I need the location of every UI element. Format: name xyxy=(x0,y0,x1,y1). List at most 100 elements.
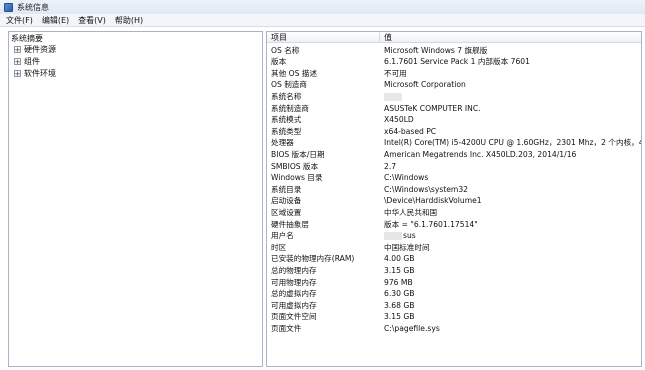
item-cell: 可用物理内存 xyxy=(271,277,317,287)
value-cell: 6.30 GB xyxy=(384,289,415,299)
item-cell: 系统类型 xyxy=(271,126,302,136)
item-cell: Windows 目录 xyxy=(271,173,323,183)
value-cell: ASUSTeK COMPUTER INC. xyxy=(384,103,481,113)
table-row[interactable]: 其他 OS 描述 不可用 xyxy=(267,68,641,80)
item-cell: SMBIOS 版本 xyxy=(271,161,319,171)
value-cell: 2.7 xyxy=(384,161,397,171)
item-cell: 启动设备 xyxy=(271,196,302,206)
expand-icon[interactable]: + xyxy=(14,70,21,77)
expand-icon[interactable]: + xyxy=(14,46,21,53)
value-cell: 4.00 GB xyxy=(384,254,415,264)
column-header-value[interactable]: 值 xyxy=(384,32,392,43)
value-cell: 3.15 GB xyxy=(384,265,415,275)
menu-file[interactable]: 文件(F) xyxy=(6,15,33,26)
table-row[interactable]: 可用物理内存 976 MB xyxy=(267,277,641,289)
table-row[interactable]: 版本 6.1.7601 Service Pack 1 内部版本 7601 xyxy=(267,56,641,68)
value-cell: 中国标准时间 xyxy=(384,242,430,252)
value-cell: sus xyxy=(384,230,641,242)
table-row[interactable]: 系统目录 C:\Windows\system32 xyxy=(267,184,641,196)
table-row[interactable]: 已安装的物理内存(RAM) 4.00 GB xyxy=(267,253,641,265)
table-row[interactable]: 页面文件 C:\pagefile.sys xyxy=(267,323,641,335)
menu-bar: 文件(F) 编辑(E) 查看(V) 帮助(H) xyxy=(0,14,645,27)
table-row[interactable]: OS 名称 Microsoft Windows 7 旗舰版 xyxy=(267,45,641,57)
item-cell: 可用虚拟内存 xyxy=(271,300,317,310)
value-cell: Microsoft Windows 7 旗舰版 xyxy=(384,45,488,55)
list-header: 项目 值 xyxy=(267,32,641,43)
value-cell: Intel(R) Core(TM) i5-4200U CPU @ 1.60GHz… xyxy=(384,138,642,148)
table-row[interactable]: 启动设备 \Device\HarddiskVolume1 xyxy=(267,195,641,207)
item-cell: 总的虚拟内存 xyxy=(271,289,317,299)
value-cell: x64-based PC xyxy=(384,126,437,136)
table-row[interactable]: 处理器 Intel(R) Core(TM) i5-4200U CPU @ 1.6… xyxy=(267,137,641,149)
value-cell: American Megatrends Inc. X450LD.203, 201… xyxy=(384,149,577,159)
tree-item-hardware-resources[interactable]: + 硬件资源 xyxy=(14,44,56,55)
item-cell: 版本 xyxy=(271,57,287,67)
tree-item-label: 硬件资源 xyxy=(24,45,56,54)
item-cell: OS 制造商 xyxy=(271,80,307,90)
table-row[interactable]: 系统类型 x64-based PC xyxy=(267,126,641,138)
item-cell: 区域设置 xyxy=(271,207,302,217)
column-header-item[interactable]: 项目 xyxy=(271,32,287,43)
item-cell: 用户名 xyxy=(271,231,294,241)
column-divider[interactable] xyxy=(379,32,380,43)
tree-item-label: 组件 xyxy=(24,57,40,66)
value-cell: C:\Windows\system32 xyxy=(384,184,468,194)
value-cell: 976 MB xyxy=(384,277,413,287)
table-row[interactable]: 区域设置 中华人民共和国 xyxy=(267,207,641,219)
system-info-app-icon xyxy=(4,2,13,12)
table-row[interactable]: 页面文件空间 3.15 GB xyxy=(267,311,641,323)
details-list-pane: 项目 值 OS 名称 Microsoft Windows 7 旗舰版 版本 6.… xyxy=(266,31,642,367)
value-cell: 版本 = "6.1.7601.17514" xyxy=(384,219,478,229)
table-row[interactable]: SMBIOS 版本 2.7 xyxy=(267,161,641,173)
table-row[interactable]: 可用虚拟内存 3.68 GB xyxy=(267,300,641,312)
item-cell: 系统模式 xyxy=(271,115,302,125)
item-cell: 已安装的物理内存(RAM) xyxy=(271,254,355,264)
table-row[interactable]: 系统模式 X450LD xyxy=(267,114,641,126)
value-cell: X450LD xyxy=(384,115,414,125)
value-cell: 3.68 GB xyxy=(384,300,415,310)
item-cell: 硬件抽象层 xyxy=(271,219,309,229)
item-cell: 其他 OS 描述 xyxy=(271,68,317,78)
menu-edit[interactable]: 编辑(E) xyxy=(42,15,69,26)
tree-item-label: 软件环境 xyxy=(24,69,56,78)
item-cell: OS 名称 xyxy=(271,45,300,55)
item-cell: 处理器 xyxy=(271,138,294,148)
value-cell: \Device\HarddiskVolume1 xyxy=(384,196,482,206)
redacted-block xyxy=(384,92,402,101)
window-title: 系统信息 xyxy=(17,2,49,12)
tree-item-components[interactable]: + 组件 xyxy=(14,56,40,67)
redacted-block xyxy=(384,232,402,241)
table-row[interactable]: Windows 目录 C:\Windows xyxy=(267,172,641,184)
item-cell: 系统制造商 xyxy=(271,103,309,113)
table-row[interactable]: 时区 中国标准时间 xyxy=(267,242,641,254)
value-cell: Microsoft Corporation xyxy=(384,80,466,90)
item-cell: 系统名称 xyxy=(271,91,302,101)
value-cell: 不可用 xyxy=(384,68,407,78)
tree-item-system-summary[interactable]: 系统摘要 xyxy=(11,33,43,44)
table-row[interactable]: 系统制造商 ASUSTeK COMPUTER INC. xyxy=(267,103,641,115)
value-cell xyxy=(384,91,641,103)
table-row[interactable]: 硬件抽象层 版本 = "6.1.7601.17514" xyxy=(267,219,641,231)
category-tree-pane: 系统摘要 + 硬件资源 + 组件 + 软件环境 xyxy=(8,31,263,367)
item-cell: 页面文件空间 xyxy=(271,312,317,322)
table-row[interactable]: 总的虚拟内存 6.30 GB xyxy=(267,288,641,300)
item-cell: BIOS 版本/日期 xyxy=(271,149,325,159)
value-cell: 3.15 GB xyxy=(384,312,415,322)
table-row[interactable]: 用户名 sus xyxy=(267,230,641,242)
window-titlebar: 系统信息 xyxy=(0,0,645,14)
item-cell: 时区 xyxy=(271,242,287,252)
value-cell: C:\Windows xyxy=(384,173,429,183)
table-row[interactable]: 系统名称 xyxy=(267,91,641,103)
item-cell: 页面文件 xyxy=(271,323,302,333)
table-row[interactable]: BIOS 版本/日期 American Megatrends Inc. X450… xyxy=(267,149,641,161)
menu-help[interactable]: 帮助(H) xyxy=(115,15,143,26)
tree-item-software-environment[interactable]: + 软件环境 xyxy=(14,68,56,79)
value-cell: 6.1.7601 Service Pack 1 内部版本 7601 xyxy=(384,57,530,67)
value-cell: C:\pagefile.sys xyxy=(384,323,440,333)
table-row[interactable]: OS 制造商 Microsoft Corporation xyxy=(267,79,641,91)
value-cell: 中华人民共和国 xyxy=(384,207,438,217)
table-row[interactable]: 总的物理内存 3.15 GB xyxy=(267,265,641,277)
expand-icon[interactable]: + xyxy=(14,58,21,65)
menu-view[interactable]: 查看(V) xyxy=(78,15,106,26)
item-cell: 总的物理内存 xyxy=(271,265,317,275)
